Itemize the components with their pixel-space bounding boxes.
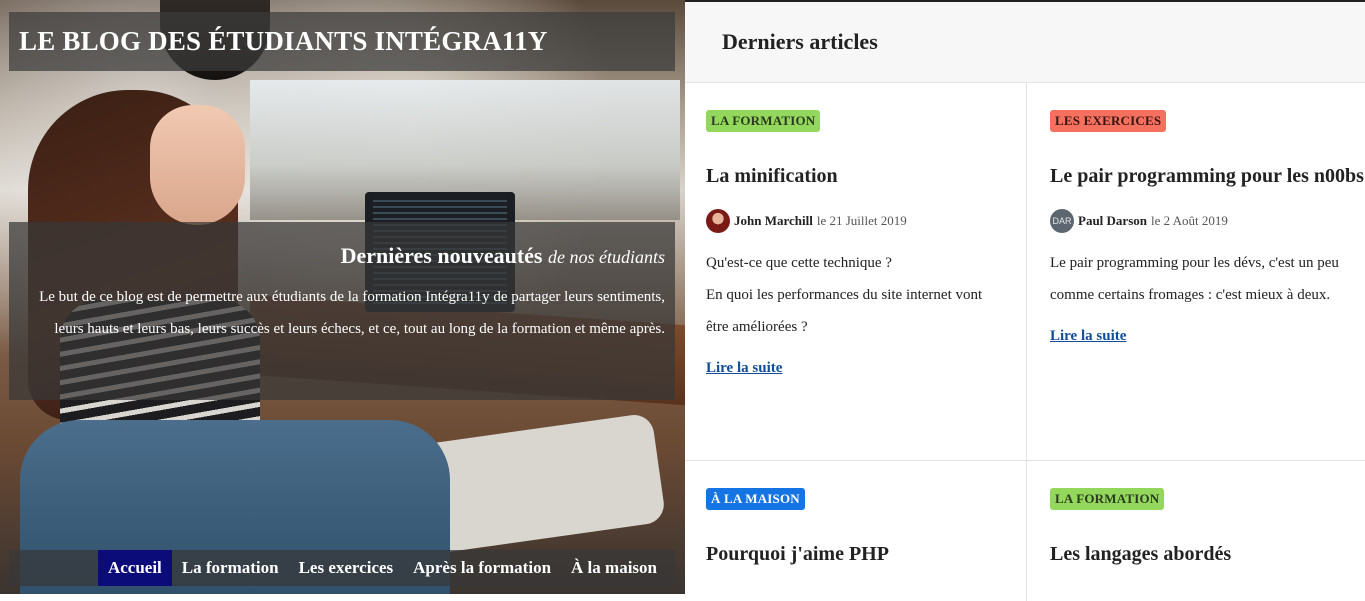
author-name: Paul Darson [1078,213,1147,228]
site-title[interactable]: LE BLOG DES ÉTUDIANTS INTÉGRA11Y [9,12,675,71]
author-name: John Marchill [734,213,813,228]
excerpt-line: En quoi les performances du site interne… [706,287,983,335]
category-tag[interactable]: À LA MAISON [706,488,805,510]
intro-heading: Dernières nouveautés de nos étudiants [25,242,665,271]
nav-item-accueil[interactable]: Accueil [97,550,172,586]
hero-photo-face [150,105,245,225]
article-title[interactable]: Pourquoi j'aime PHP [706,533,1026,575]
article-date: le 2 Août 2019 [1150,213,1228,228]
main-nav: Accueil La formation Les exercices Après… [9,550,675,586]
article-title[interactable]: La minification [706,155,1026,197]
intro-text: Le but de ce blog est de permettre aux é… [39,289,665,337]
read-more-link[interactable]: Lire la suite [706,352,782,384]
article-title[interactable]: Les langages abordés [1050,533,1365,575]
excerpt-line: Qu'est-ce que cette technique ? [706,255,892,271]
nav-item-a-la-maison[interactable]: À la maison [561,550,667,586]
intro-box: Dernières nouveautés de nos étudiants Le… [9,222,675,400]
nav-item-les-exercices[interactable]: Les exercices [289,550,404,586]
article-excerpt: Qu'est-ce que cette technique ? En quoi … [706,247,1026,343]
author-avatar-icon [706,209,730,233]
article-excerpt: Le pair programming pour les dévs, c'est… [1050,255,1339,303]
article-card-php: À LA MAISON Pourquoi j'aime PHP [685,461,1027,601]
intro-heading-emphasis: de nos étudiants [548,247,665,267]
intro-heading-main: Dernières nouveautés [340,243,543,268]
nav-item-la-formation[interactable]: La formation [172,550,289,586]
article-card-pair-programming: LES EXERCICES Le pair programming pour l… [1027,83,1365,461]
read-more-link[interactable]: Lire la suite [1050,320,1126,352]
nav-item-apres-la-formation[interactable]: Après la formation [403,550,561,586]
hero-section: LE BLOG DES ÉTUDIANTS INTÉGRA11Y Dernièr… [0,0,685,594]
articles-header: Derniers articles [685,2,1365,83]
article-meta: DAR Paul Darson le 2 Août 2019 [1050,209,1365,233]
article-date: le 21 Juillet 2019 [816,213,907,228]
category-tag[interactable]: LES EXERCICES [1050,110,1167,132]
author-avatar-icon: DAR [1050,209,1074,233]
articles-title: Derniers articles [722,29,878,54]
article-card-langages: LA FORMATION Les langages abordés [1027,461,1365,601]
articles-panel: Derniers articles LA FORMATION La minifi… [685,0,1365,601]
article-card-minification: LA FORMATION La minification John Marchi… [685,83,1027,461]
article-title[interactable]: Le pair programming pour les n00bs [1050,155,1365,197]
article-meta: John Marchill le 21 Juillet 2019 [706,209,1026,233]
category-tag[interactable]: LA FORMATION [1050,488,1165,510]
category-tag[interactable]: LA FORMATION [706,110,821,132]
